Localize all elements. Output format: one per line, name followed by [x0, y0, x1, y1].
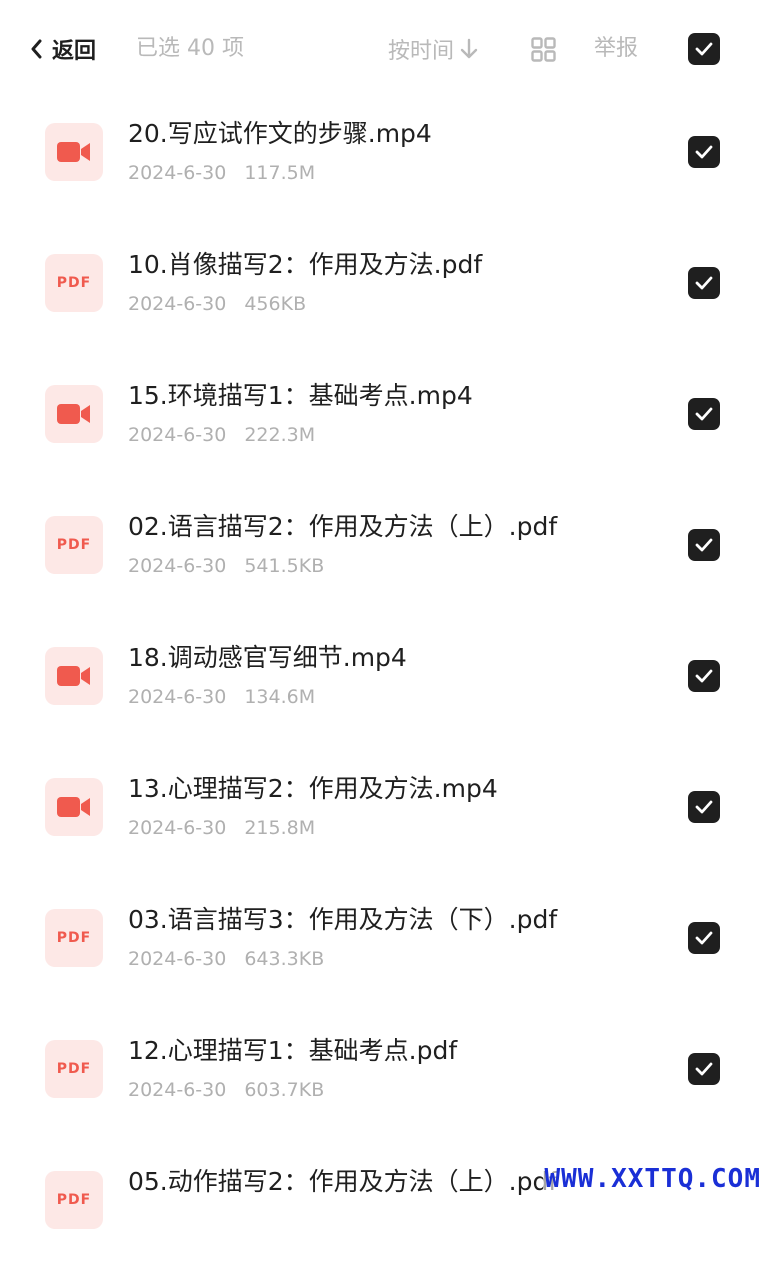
selected-count: 已选 40 项 — [136, 36, 244, 61]
file-name: 18.调动感官写细节.mp4 — [128, 643, 407, 672]
file-size: 134.6M — [244, 686, 316, 708]
file-date: 2024-6-30 — [128, 424, 227, 446]
file-name: 15.环境描写1：基础考点.mp4 — [128, 381, 473, 410]
file-date: 2024-6-30 — [128, 162, 227, 184]
file-date: 2024-6-30 — [128, 686, 227, 708]
sort-by-time-button[interactable]: 按时间 — [388, 30, 478, 68]
file-size: 643.3KB — [244, 948, 325, 970]
file-name: 10.肖像描写2：作用及方法.pdf — [128, 250, 483, 279]
file-meta: 2024-6-30 117.5M — [128, 160, 315, 186]
pdf-file-icon: PDF — [45, 516, 103, 574]
pdf-file-icon: PDF — [45, 254, 103, 312]
file-row[interactable]: 15.环境描写1：基础考点.mp4 2024-6-30 222.3M — [0, 349, 769, 480]
select-all-checkbox[interactable] — [688, 33, 720, 65]
file-size: 215.8M — [244, 817, 316, 839]
file-row[interactable]: 20.写应试作文的步骤.mp4 2024-6-30 117.5M — [0, 87, 769, 218]
file-checkbox[interactable] — [688, 922, 720, 954]
file-row[interactable]: PDF 05.动作描写2：作用及方法（上）.pdf — [0, 1135, 769, 1266]
file-size: 456KB — [244, 293, 307, 315]
file-meta: 2024-6-30 643.3KB — [128, 946, 324, 972]
checkmark-icon — [695, 931, 713, 945]
file-meta: 2024-6-30 603.7KB — [128, 1077, 324, 1103]
report-button[interactable]: 举报 — [594, 30, 638, 68]
file-date: 2024-6-30 — [128, 948, 227, 970]
video-file-icon — [57, 797, 90, 817]
file-checkbox[interactable] — [688, 136, 720, 168]
file-name: 20.写应试作文的步骤.mp4 — [128, 119, 432, 148]
file-date: 2024-6-30 — [128, 1079, 227, 1101]
video-file-icon-tile — [45, 647, 103, 705]
file-list: 20.写应试作文的步骤.mp4 2024-6-30 117.5M PDF 10.肖像描写… — [0, 87, 769, 1266]
file-date: 2024-6-30 — [128, 817, 227, 839]
file-checkbox[interactable] — [688, 398, 720, 430]
sort-label: 按时间 — [388, 39, 455, 64]
pdf-badge-label: PDF — [56, 930, 92, 946]
file-name: 05.动作描写2：作用及方法（上）.pdf — [128, 1167, 558, 1196]
file-checkbox[interactable] — [688, 791, 720, 823]
file-row[interactable]: PDF 03.语言描写3：作用及方法（下）.pdf 2024-6-30 643.3KB — [0, 873, 769, 1004]
file-row[interactable]: PDF 02.语言描写2：作用及方法（上）.pdf 2024-6-30 541.5KB — [0, 480, 769, 611]
grid-view-icon[interactable] — [531, 37, 556, 62]
checkmark-icon — [695, 538, 713, 552]
pdf-badge-label: PDF — [56, 1192, 92, 1208]
file-size: 117.5M — [244, 162, 316, 184]
file-row[interactable]: 18.调动感官写细节.mp4 2024-6-30 134.6M — [0, 611, 769, 742]
file-date: 2024-6-30 — [128, 555, 227, 577]
file-meta: 2024-6-30 456KB — [128, 291, 306, 317]
pdf-badge-label: PDF — [56, 1061, 92, 1077]
video-file-icon-tile — [45, 778, 103, 836]
checkmark-icon — [695, 276, 713, 290]
back-label: 返回 — [52, 39, 97, 64]
video-file-icon — [57, 142, 90, 162]
video-file-icon — [57, 666, 90, 686]
pdf-badge-label: PDF — [56, 275, 92, 291]
file-checkbox[interactable] — [688, 529, 720, 561]
checkmark-icon — [695, 1062, 713, 1076]
pdf-file-icon: PDF — [45, 1040, 103, 1098]
pdf-file-icon: PDF — [45, 1171, 103, 1229]
file-size: 222.3M — [244, 424, 316, 446]
top-bar: 返回 已选 40 项 按时间 举报 — [0, 0, 769, 100]
arrow-down-icon — [460, 38, 478, 59]
file-meta: 2024-6-30 541.5KB — [128, 553, 324, 579]
chevron-left-icon — [31, 39, 42, 59]
file-size: 603.7KB — [244, 1079, 325, 1101]
file-checkbox[interactable] — [688, 660, 720, 692]
file-checkbox[interactable] — [688, 1053, 720, 1085]
file-size: 541.5KB — [244, 555, 325, 577]
pdf-badge-label: PDF — [56, 537, 92, 553]
video-file-icon-tile — [45, 385, 103, 443]
video-file-icon-tile — [45, 123, 103, 181]
file-checkbox[interactable] — [688, 267, 720, 299]
file-row[interactable]: PDF 12.心理描写1：基础考点.pdf 2024-6-30 603.7KB — [0, 1004, 769, 1135]
file-name: 12.心理描写1：基础考点.pdf — [128, 1036, 458, 1065]
checkmark-icon — [695, 669, 713, 683]
file-name: 13.心理描写2：作用及方法.mp4 — [128, 774, 498, 803]
file-row[interactable]: PDF 10.肖像描写2：作用及方法.pdf 2024-6-30 456KB — [0, 218, 769, 349]
file-meta: 2024-6-30 215.8M — [128, 815, 315, 841]
checkmark-icon — [695, 407, 713, 421]
checkmark-icon — [695, 800, 713, 814]
file-meta: 2024-6-30 134.6M — [128, 684, 315, 710]
watermark: WWW.XXTTQ.COM — [542, 1164, 763, 1194]
checkmark-icon — [695, 42, 713, 56]
pdf-file-icon: PDF — [45, 909, 103, 967]
file-name: 03.语言描写3：作用及方法（下）.pdf — [128, 905, 558, 934]
back-button[interactable]: 返回 — [30, 30, 96, 68]
file-name: 02.语言描写2：作用及方法（上）.pdf — [128, 512, 558, 541]
video-file-icon — [57, 404, 90, 424]
checkmark-icon — [695, 145, 713, 159]
file-date: 2024-6-30 — [128, 293, 227, 315]
file-row[interactable]: 13.心理描写2：作用及方法.mp4 2024-6-30 215.8M — [0, 742, 769, 873]
file-meta: 2024-6-30 222.3M — [128, 422, 315, 448]
